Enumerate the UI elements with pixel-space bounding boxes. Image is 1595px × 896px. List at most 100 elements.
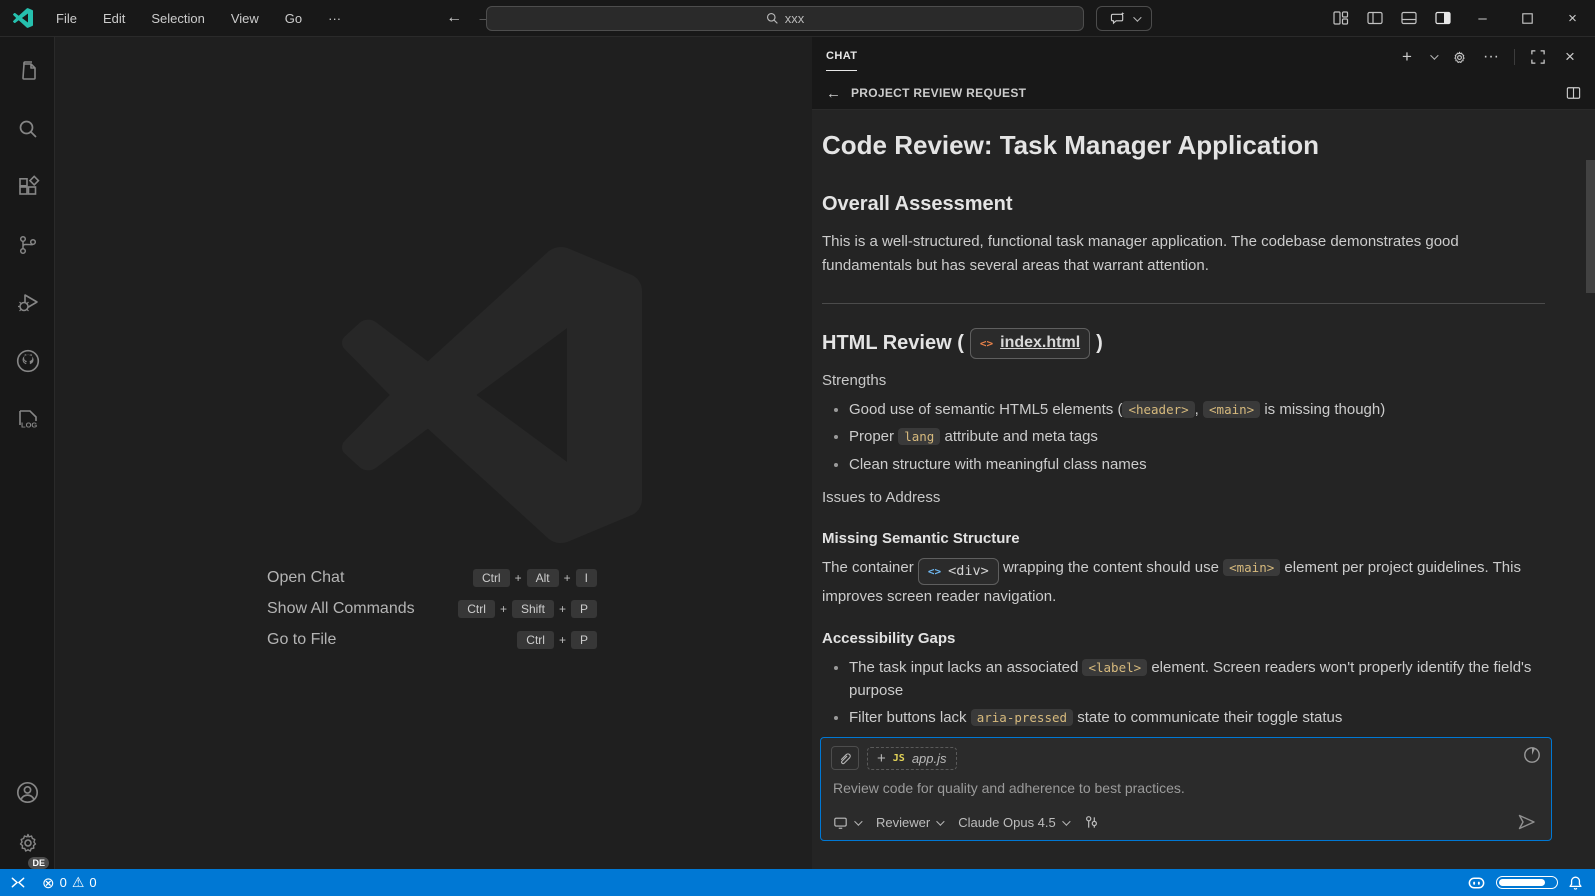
menu-more[interactable]: ··· <box>319 8 350 29</box>
shortcut-row: Show All Commands Ctrl+Shift+P <box>267 598 597 620</box>
maximize-panel-icon[interactable] <box>1529 48 1547 66</box>
list-item: The task input lacks an associated <labe… <box>849 656 1545 703</box>
keycap: Ctrl <box>458 600 495 618</box>
configure-tools-icon[interactable] <box>1084 815 1099 830</box>
menu-selection[interactable]: Selection <box>142 8 213 29</box>
inline-code: <label> <box>1082 659 1147 676</box>
menu-bar: File Edit Selection View Go ··· <box>47 8 350 29</box>
inline-code: aria-pressed <box>971 709 1073 726</box>
new-chat-dropdown-icon[interactable] <box>1430 51 1438 59</box>
error-count: 0 <box>60 875 67 890</box>
open-in-editor-icon[interactable] <box>1566 86 1595 100</box>
settings-badge: DE <box>28 857 49 869</box>
command-center-search[interactable]: xxx <box>486 6 1084 31</box>
explorer-icon[interactable] <box>0 47 55 95</box>
model-label: Claude Opus 4.5 <box>958 815 1056 830</box>
attachment-chip-appjs[interactable]: + JS app.js <box>867 747 957 770</box>
attachment-filename: app.js <box>912 751 947 766</box>
chat-panel-header: CHAT + ··· × <box>812 37 1595 77</box>
accessibility-list: The task input lacks an associated <labe… <box>822 656 1545 733</box>
chat-input-text[interactable]: Review code for quality and adherence to… <box>821 770 1551 796</box>
menu-view[interactable]: View <box>222 8 268 29</box>
attach-button[interactable] <box>831 746 859 770</box>
chat-scrollbar[interactable] <box>1586 160 1595 293</box>
plus-separator: + <box>559 633 566 647</box>
file-chip-index-html[interactable]: <> index.html <box>970 328 1090 359</box>
search-view-icon[interactable] <box>0 105 55 153</box>
activity-bar: LOG DE <box>0 37 55 869</box>
toggle-secondary-sidebar-button[interactable] <box>1428 5 1458 31</box>
notifications-bell-icon[interactable] <box>1568 875 1583 891</box>
copilot-status-icon[interactable] <box>1467 875 1486 891</box>
chip-label: <div> <box>948 561 989 582</box>
quota-progress-fill <box>1499 879 1545 886</box>
back-button[interactable]: ← <box>446 9 462 27</box>
github-icon[interactable] <box>0 337 55 385</box>
vscode-watermark-logo <box>342 245 642 545</box>
menu-go[interactable]: Go <box>276 8 311 29</box>
chat-bubble-icon <box>1110 11 1126 26</box>
heading-text: HTML Review ( <box>822 328 964 359</box>
copilot-menu-button[interactable] <box>1096 6 1152 31</box>
overall-assessment-text: This is a well-structured, functional ta… <box>822 230 1545 277</box>
back-icon[interactable]: ← <box>826 85 841 102</box>
symbol-icon: <> <box>928 563 941 580</box>
list-item: Filter buttons lack aria-pressed state t… <box>849 706 1545 729</box>
attachments-row: + JS app.js <box>821 738 1551 770</box>
model-picker[interactable]: Claude Opus 4.5 <box>958 815 1068 830</box>
log-output-icon[interactable]: LOG <box>0 395 55 443</box>
add-context-icon: + <box>877 751 886 766</box>
heading-text: ) <box>1096 328 1103 359</box>
extensions-icon[interactable] <box>0 163 55 211</box>
chevron-down-icon <box>1133 13 1141 21</box>
send-button[interactable] <box>1517 813 1537 831</box>
remote-indicator[interactable] <box>0 869 36 896</box>
quota-gauge-icon[interactable] <box>1523 746 1541 764</box>
list-item: Good use of semantic HTML5 elements (<he… <box>849 398 1545 421</box>
accessibility-heading: Accessibility Gaps <box>822 627 1545 650</box>
thread-title: PROJECT REVIEW REQUEST <box>851 86 1026 100</box>
section-divider <box>822 303 1545 304</box>
tab-chat[interactable]: CHAT <box>826 44 857 71</box>
svg-text:LOG: LOG <box>21 421 37 430</box>
menu-edit[interactable]: Edit <box>94 8 134 29</box>
chat-input-box[interactable]: + JS app.js Review code for quality and … <box>820 737 1552 841</box>
mode-picker[interactable]: Reviewer <box>876 815 942 830</box>
customize-layout-button[interactable] <box>1326 5 1356 31</box>
status-bar: ⊗ 0 ⚠ 0 <box>0 869 1595 896</box>
titlebar-right-controls: – × <box>1324 0 1595 36</box>
settings-gear-icon[interactable]: DE <box>0 819 55 867</box>
search-icon <box>766 12 779 25</box>
surface-picker[interactable] <box>833 816 860 830</box>
keycap: Ctrl <box>473 569 510 587</box>
close-panel-icon[interactable]: × <box>1561 48 1579 66</box>
more-actions-icon[interactable]: ··· <box>1482 48 1500 66</box>
input-toolbar: Reviewer Claude Opus 4.5 <box>821 815 1551 840</box>
quota-progress-pill[interactable] <box>1496 876 1558 889</box>
inline-code: lang <box>898 428 940 445</box>
chat-settings-gear-icon[interactable] <box>1450 48 1468 66</box>
chevron-down-icon <box>936 817 944 825</box>
run-debug-icon[interactable] <box>0 279 55 327</box>
maximize-button[interactable] <box>1505 0 1550 36</box>
close-window-button[interactable]: × <box>1550 0 1595 36</box>
new-chat-button[interactable]: + <box>1398 48 1416 66</box>
overall-assessment-heading: Overall Assessment <box>822 189 1545 220</box>
keycap: Alt <box>527 569 559 587</box>
welcome-shortcuts: Open Chat Ctrl+Alt+I Show All Commands C… <box>267 567 597 651</box>
source-control-icon[interactable] <box>0 221 55 269</box>
warning-icon: ⚠ <box>72 874 85 891</box>
inline-code: <main> <box>1203 401 1260 418</box>
menu-file[interactable]: File <box>47 8 86 29</box>
toggle-panel-button[interactable] <box>1394 5 1424 31</box>
chat-thread-header: ← PROJECT REVIEW REQUEST <box>812 77 1595 110</box>
account-icon[interactable] <box>0 768 55 816</box>
minimize-button[interactable]: – <box>1460 0 1505 36</box>
shortcut-label: Show All Commands <box>267 600 415 618</box>
problems-indicator[interactable]: ⊗ 0 ⚠ 0 <box>36 869 103 896</box>
statusbar-right <box>1467 875 1595 891</box>
element-reference-chip[interactable]: <> <div> <box>918 558 999 585</box>
toggle-primary-sidebar-button[interactable] <box>1360 5 1390 31</box>
missing-structure-heading: Missing Semantic Structure <box>822 527 1545 550</box>
keycap: P <box>571 631 597 649</box>
